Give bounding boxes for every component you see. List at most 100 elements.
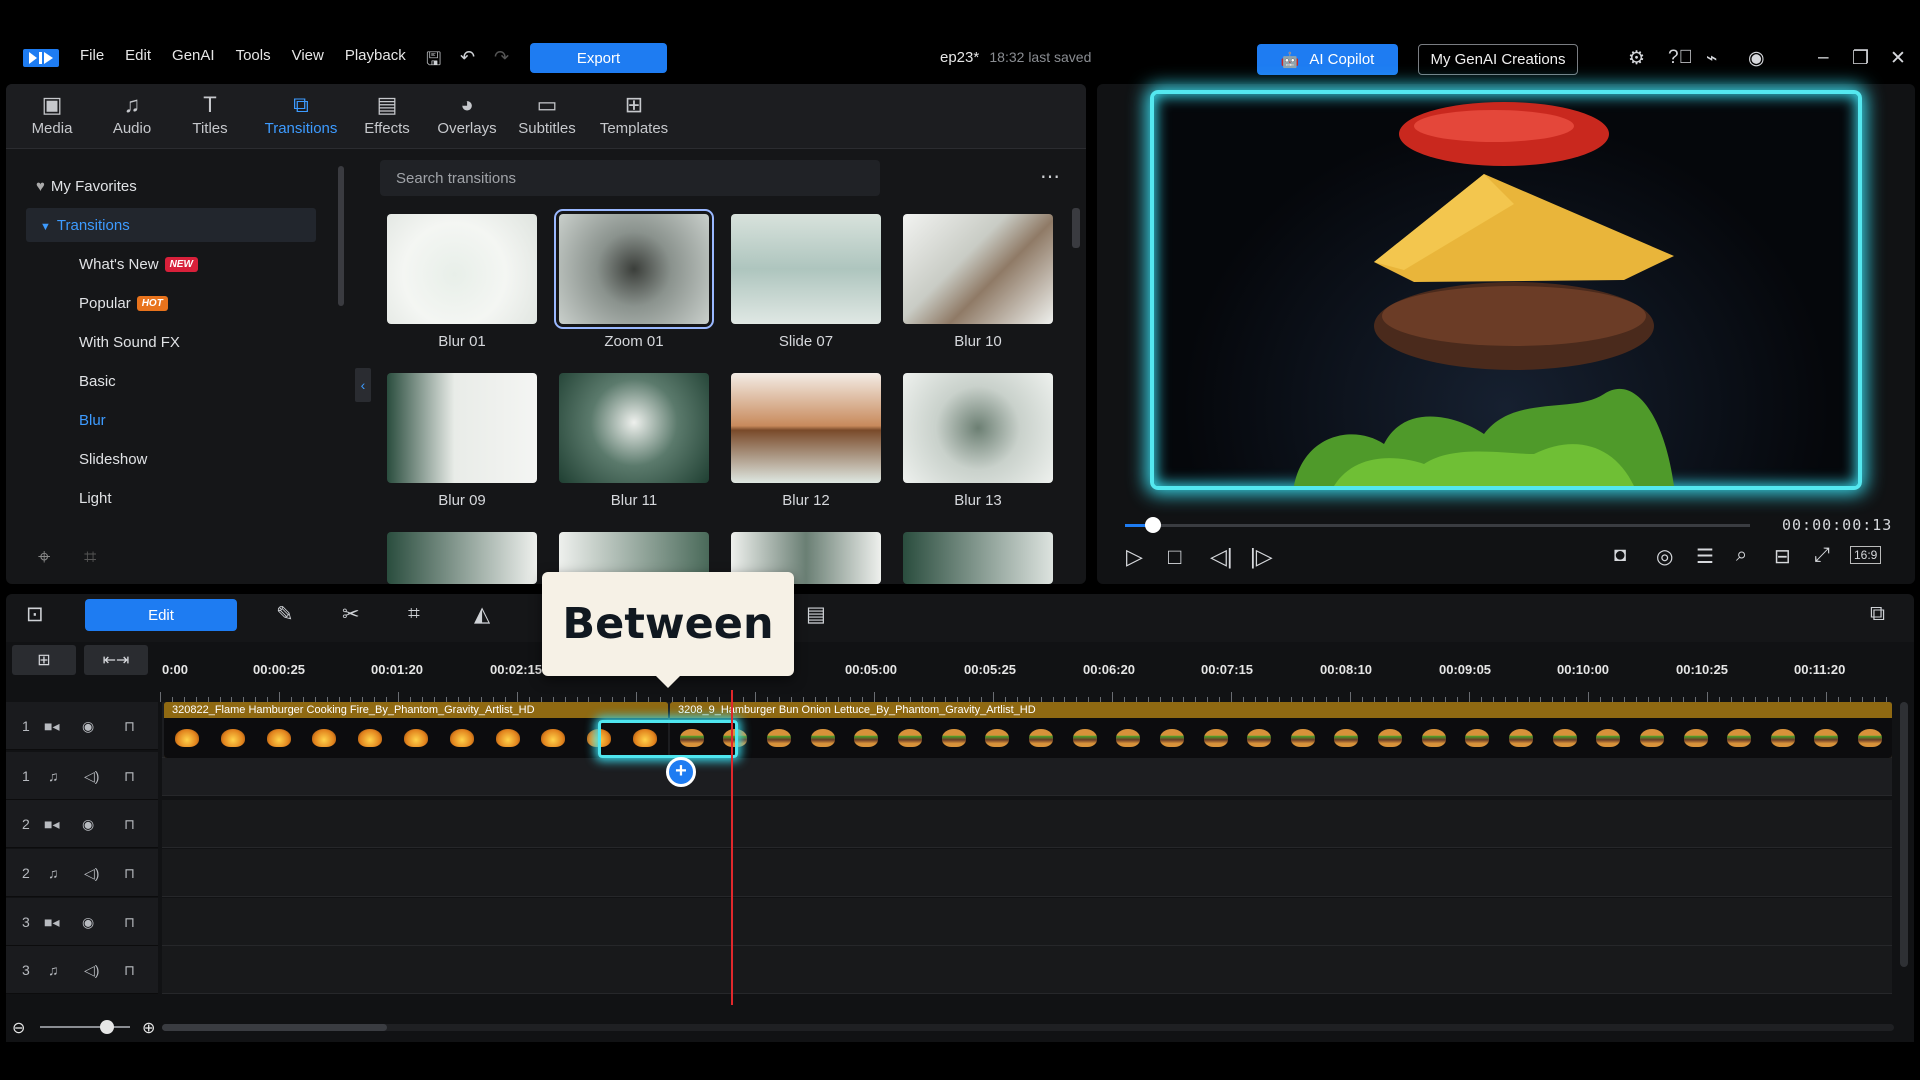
sidebar-item-whats-new[interactable]: What's New NEW	[79, 256, 198, 273]
zoom-slider[interactable]	[40, 1026, 130, 1028]
help-icon[interactable]: ?⃝	[1668, 47, 1693, 69]
fullscreen-icon[interactable]: ⤢	[1814, 544, 1830, 567]
menu-file[interactable]: File	[80, 47, 104, 64]
snapshot-icon[interactable]: ◘	[1614, 544, 1626, 567]
zoom-out-icon[interactable]: ⊖	[12, 1018, 25, 1038]
remove-tag-icon[interactable]: ⌗	[84, 544, 96, 570]
preview-quality-icon[interactable]: ◎	[1656, 544, 1673, 569]
more-options-icon[interactable]: ⋯	[1040, 164, 1060, 189]
tab-transitions[interactable]: ⧉ Transitions	[256, 92, 346, 137]
transition-drop-highlight[interactable]	[598, 720, 738, 758]
panel-settings-icon[interactable]: ⧉	[1870, 602, 1885, 626]
tab-media[interactable]: ▣ Media	[24, 92, 80, 137]
share-icon[interactable]: ⌁	[1706, 47, 1717, 70]
clip-hamburger-bun[interactable]: 3208_9_Hamburger Bun Onion Lettuce_By_Ph…	[670, 702, 1892, 758]
track-row-audio-3[interactable]	[162, 946, 1892, 994]
tab-effects[interactable]: ▤ Effects	[356, 92, 418, 137]
speaker-icon[interactable]: ◁)	[84, 768, 99, 785]
tab-audio[interactable]: ♫ Audio	[102, 92, 162, 137]
ai-copilot-button[interactable]: 🤖 AI Copilot	[1257, 44, 1398, 75]
redo-icon[interactable]: ↷	[494, 47, 509, 68]
next-frame-icon[interactable]: |▷	[1250, 544, 1273, 570]
lock-icon[interactable]: ⊓	[124, 914, 135, 931]
thumb-blur-10[interactable]	[903, 214, 1053, 324]
layout-icon[interactable]: ⊟	[1774, 544, 1791, 569]
menu-tools[interactable]: Tools	[236, 47, 271, 64]
thumb-zoom-01[interactable]	[554, 209, 714, 329]
menu-view[interactable]: View	[292, 47, 324, 64]
sidebar-scrollbar[interactable]	[338, 166, 344, 306]
thumb-row3-1[interactable]	[387, 532, 537, 584]
undo-icon[interactable]: ↶	[460, 47, 475, 68]
thumb-row3-4[interactable]	[903, 532, 1053, 584]
lock-icon[interactable]: ⊓	[124, 962, 135, 979]
track-row-audio-2[interactable]	[162, 849, 1892, 897]
stop-icon[interactable]: □	[1168, 544, 1181, 570]
preview-scrubber[interactable]	[1125, 524, 1750, 527]
track-row-audio-1[interactable]	[162, 758, 1892, 796]
collapse-sidebar-button[interactable]: ‹	[355, 368, 371, 402]
my-genai-creations-button[interactable]: My GenAI Creations	[1418, 44, 1578, 75]
sidebar-item-light[interactable]: Light	[79, 490, 112, 507]
zoom-slider-handle[interactable]	[100, 1020, 114, 1034]
timeline-horizontal-scrollbar[interactable]	[162, 1024, 1894, 1031]
speaker-icon[interactable]: ◁)	[84, 962, 99, 979]
thumb-blur-01[interactable]	[387, 214, 537, 324]
menu-edit[interactable]: Edit	[125, 47, 151, 64]
menu-genai[interactable]: GenAI	[172, 47, 215, 64]
tab-titles[interactable]: T Titles	[184, 92, 236, 137]
close-icon[interactable]: ✕	[1890, 47, 1906, 70]
lock-icon[interactable]: ⊓	[124, 816, 135, 833]
grid-scrollbar[interactable]	[1072, 208, 1080, 248]
lock-icon[interactable]: ⊓	[124, 768, 135, 785]
playhead[interactable]	[731, 690, 733, 1005]
crop-icon[interactable]: ⌗	[408, 602, 420, 626]
thumb-blur-09[interactable]	[387, 373, 537, 483]
export-button[interactable]: Export	[530, 43, 667, 73]
edit-button[interactable]: Edit	[85, 599, 237, 631]
save-icon[interactable]: 🖫	[426, 47, 441, 77]
list-icon[interactable]: ☰	[1696, 544, 1714, 569]
menu-playback[interactable]: Playback	[345, 47, 406, 64]
tab-subtitles[interactable]: ▭ Subtitles	[512, 92, 582, 137]
eye-icon[interactable]: ◉	[82, 914, 94, 931]
lock-icon[interactable]: ⊓	[124, 865, 135, 882]
eye-icon[interactable]: ◉	[82, 718, 94, 735]
aspect-ratio-button[interactable]: 16:9	[1850, 546, 1882, 564]
scroll-thumb[interactable]	[162, 1024, 387, 1031]
eye-icon[interactable]: ◉	[82, 816, 94, 833]
scissors-icon[interactable]: ✂	[342, 602, 360, 627]
flip-icon[interactable]: ◭	[474, 602, 490, 627]
timeline-view-icon[interactable]: ⊡	[26, 602, 44, 627]
sidebar-item-transitions[interactable]: ▼ Transitions	[40, 217, 130, 234]
scrubber-handle[interactable]	[1145, 517, 1161, 533]
thumb-blur-12[interactable]	[731, 373, 881, 483]
tab-templates[interactable]: ⊞ Templates	[594, 92, 674, 137]
subtitle-tool-icon[interactable]: ▤	[806, 602, 826, 627]
add-tag-icon[interactable]: ⌖	[38, 544, 50, 570]
previous-frame-icon[interactable]: ◁|	[1210, 544, 1233, 570]
track-row-video-3[interactable]	[162, 898, 1892, 946]
gear-icon[interactable]: ⚙	[1628, 47, 1645, 70]
fit-timeline-button[interactable]: ⇤⇥	[84, 645, 148, 675]
play-icon[interactable]: ▷	[1126, 544, 1143, 570]
search-input[interactable]: Search transitions	[380, 160, 880, 196]
sidebar-item-with-sound-fx[interactable]: With Sound FX	[79, 334, 180, 351]
sidebar-item-slideshow[interactable]: Slideshow	[79, 451, 147, 468]
track-row-video-2[interactable]	[162, 800, 1892, 848]
sidebar-item-basic[interactable]: Basic	[79, 373, 116, 390]
sidebar-item-favorites[interactable]: ♥ My Favorites	[36, 178, 137, 195]
zoom-in-icon[interactable]: ⊕	[142, 1018, 155, 1038]
minimize-icon[interactable]: –	[1818, 47, 1829, 69]
thumb-slide-07[interactable]	[731, 214, 881, 324]
lock-icon[interactable]: ⊓	[124, 718, 135, 735]
sidebar-item-blur[interactable]: Blur	[79, 412, 106, 429]
zoom-preview-icon[interactable]: ⌕	[1736, 544, 1747, 567]
tab-overlays[interactable]: ◕ Overlays	[432, 92, 502, 137]
clip-flame-hamburger[interactable]: 320822_Flame Hamburger Cooking Fire_By_P…	[164, 702, 668, 758]
thumb-blur-13[interactable]	[903, 373, 1053, 483]
pen-icon[interactable]: ✎	[276, 602, 294, 627]
video-preview[interactable]	[1150, 90, 1862, 490]
timeline-vertical-scrollbar[interactable]	[1900, 702, 1908, 967]
time-ruler[interactable]: 0:00 00:00:25 00:01:20 00:02:15 00:05:00…	[160, 646, 1892, 702]
